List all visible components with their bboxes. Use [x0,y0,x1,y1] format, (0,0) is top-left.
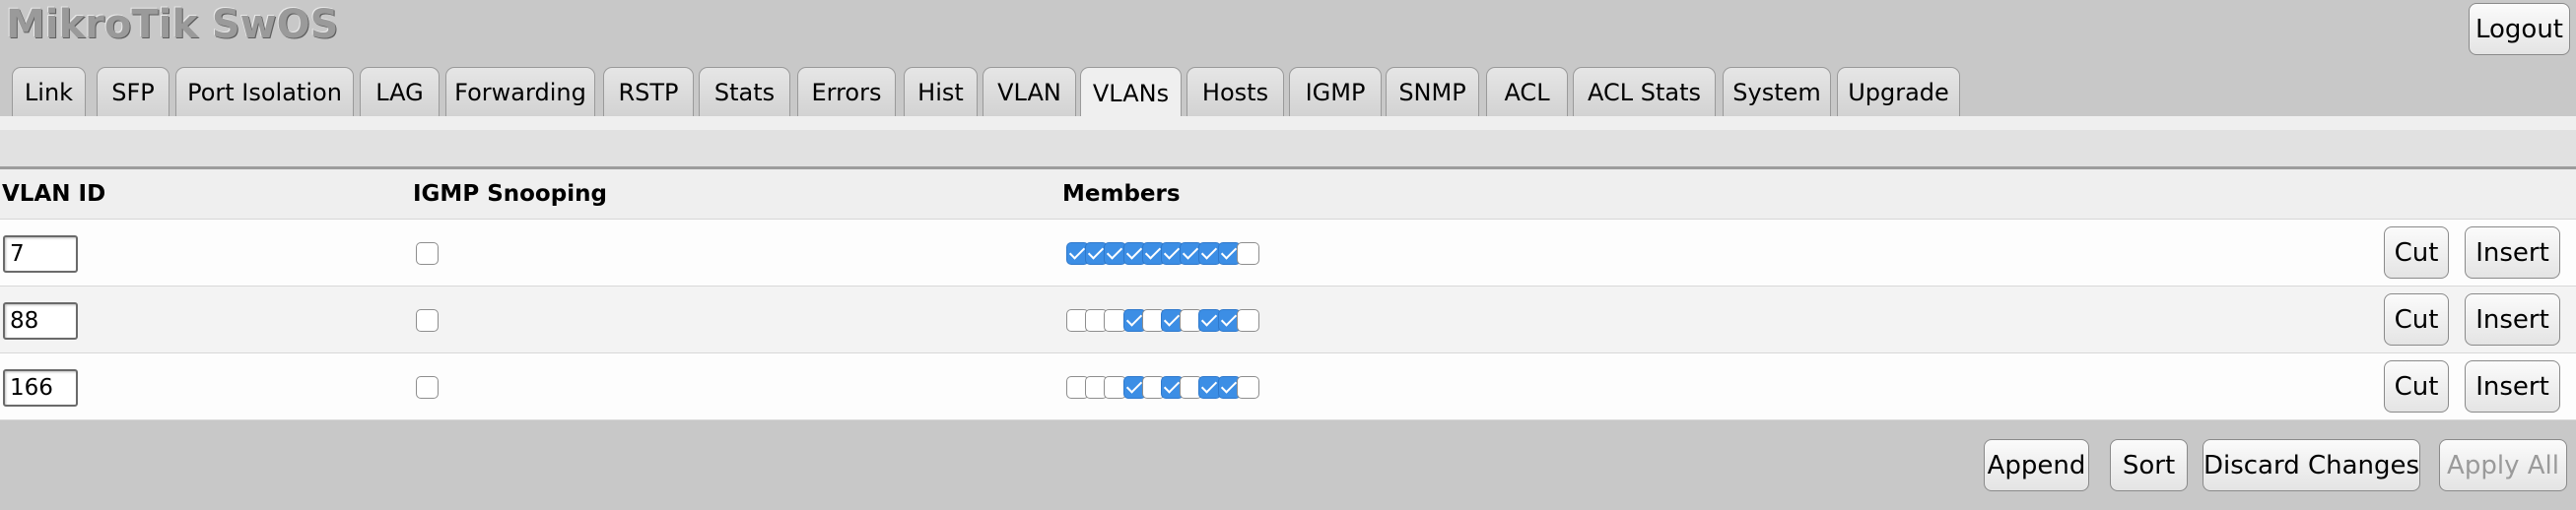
table-row: Cut Insert [0,287,2576,353]
tab-igmp[interactable]: IGMP [1289,67,1382,117]
tab-forwarding[interactable]: Forwarding [445,67,595,117]
vlan-id-field[interactable] [3,235,78,273]
column-header-members: Members [1062,181,1181,207]
cut-button[interactable]: Cut [2384,293,2449,346]
cut-button[interactable]: Cut [2384,360,2449,413]
table-row: Cut Insert [0,220,2576,287]
vlans-table: VLAN ID IGMP Snooping Members Cut Insert… [0,130,2576,423]
tab-sfp[interactable]: SFP [97,67,169,117]
tab-upgrade[interactable]: Upgrade [1837,67,1960,117]
tab-acl[interactable]: ACL [1486,67,1568,117]
member-port-10-checkbox[interactable] [1236,242,1259,265]
igmp-snooping-checkbox[interactable] [416,309,439,332]
tab-vlan[interactable]: VLAN [983,67,1076,117]
vlan-id-field[interactable] [3,302,78,340]
tab-hist[interactable]: Hist [904,67,978,117]
tab-snmp[interactable]: SNMP [1386,67,1479,117]
vlan-id-field[interactable] [3,369,78,407]
tab-hosts[interactable]: Hosts [1186,67,1284,117]
tab-errors[interactable]: Errors [797,67,896,117]
insert-button[interactable]: Insert [2465,226,2560,279]
sort-button[interactable]: Sort [2110,439,2188,491]
insert-button[interactable]: Insert [2465,360,2560,413]
table-row: Cut Insert [0,353,2576,420]
tab-content-edge [0,116,2576,130]
tab-vlans[interactable]: VLANs [1080,67,1182,119]
tab-system[interactable]: System [1723,67,1831,117]
tab-stats[interactable]: Stats [699,67,790,117]
tab-acl-stats[interactable]: ACL Stats [1573,67,1716,117]
member-port-10-checkbox[interactable] [1236,309,1259,332]
table-header-row: VLAN ID IGMP Snooping Members [0,166,2576,220]
cut-button[interactable]: Cut [2384,226,2449,279]
tab-link[interactable]: Link [12,67,86,117]
igmp-snooping-checkbox[interactable] [416,376,439,399]
append-button[interactable]: Append [1984,439,2089,491]
logout-button[interactable]: Logout [2469,3,2570,55]
igmp-snooping-checkbox[interactable] [416,242,439,265]
tab-lag[interactable]: LAG [360,67,440,117]
column-header-vlan-id: VLAN ID [2,181,106,207]
tab-port-isolation[interactable]: Port Isolation [175,67,354,117]
tab-rstp[interactable]: RSTP [603,67,694,117]
column-header-igmp-snooping: IGMP Snooping [413,181,607,207]
member-port-10-checkbox[interactable] [1236,376,1259,399]
apply-all-button[interactable]: Apply All [2439,439,2567,491]
insert-button[interactable]: Insert [2465,293,2560,346]
app-title: MikroTik SwOS [6,2,339,47]
table-top-band [0,130,2576,166]
discard-changes-button[interactable]: Discard Changes [2203,439,2420,491]
